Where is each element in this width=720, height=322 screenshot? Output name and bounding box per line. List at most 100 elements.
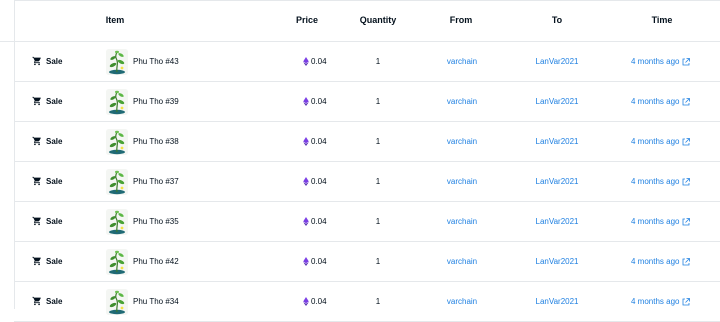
time-label: 4 months ago bbox=[631, 137, 680, 146]
item-thumbnail[interactable] bbox=[106, 89, 128, 115]
event-label: Sale bbox=[46, 256, 63, 266]
price-value: 0.04 bbox=[311, 177, 327, 186]
header-quantity: Quantity bbox=[359, 15, 397, 25]
to-link[interactable]: LanVar2021 bbox=[536, 177, 579, 186]
table-row[interactable]: Sale Phu Tho #34 0.04 1 varchain LanVar2… bbox=[14, 282, 720, 322]
item-name[interactable]: Phu Tho #34 bbox=[133, 297, 179, 306]
price-cell: 0.04 bbox=[303, 257, 327, 266]
time-label: 4 months ago bbox=[631, 57, 680, 66]
item-thumbnail[interactable] bbox=[106, 129, 128, 155]
from-link[interactable]: varchain bbox=[447, 177, 477, 186]
plant-image bbox=[106, 89, 128, 115]
event-label: Sale bbox=[46, 216, 63, 226]
from-link[interactable]: varchain bbox=[447, 137, 477, 146]
price-value: 0.04 bbox=[311, 137, 327, 146]
from-link[interactable]: varchain bbox=[447, 97, 477, 106]
event-label: Sale bbox=[46, 296, 63, 306]
price-cell: 0.04 bbox=[303, 57, 327, 66]
price-value: 0.04 bbox=[311, 217, 327, 226]
quantity-value: 1 bbox=[375, 97, 381, 106]
event-type: Sale bbox=[32, 296, 62, 306]
price-value: 0.04 bbox=[311, 97, 327, 106]
item-thumbnail[interactable] bbox=[106, 209, 128, 235]
cart-icon bbox=[32, 136, 41, 146]
quantity-value: 1 bbox=[375, 297, 381, 306]
external-link-icon bbox=[683, 177, 691, 185]
item-name[interactable]: Phu Tho #35 bbox=[133, 217, 179, 226]
from-link[interactable]: varchain bbox=[447, 217, 477, 226]
plant-image bbox=[106, 209, 128, 235]
external-link-icon bbox=[683, 97, 691, 105]
price-cell: 0.04 bbox=[303, 297, 327, 306]
item-thumbnail[interactable] bbox=[106, 169, 128, 195]
header-item: Item bbox=[105, 15, 125, 25]
item-thumbnail[interactable] bbox=[106, 249, 128, 275]
time-link[interactable]: 4 months ago bbox=[631, 177, 691, 186]
time-link[interactable]: 4 months ago bbox=[631, 97, 691, 106]
table-row[interactable]: Sale Phu Tho #42 0.04 1 varchain LanVar2… bbox=[14, 242, 720, 282]
time-link[interactable]: 4 months ago bbox=[631, 217, 691, 226]
plant-image bbox=[106, 169, 128, 195]
quantity-value: 1 bbox=[375, 257, 381, 266]
cart-icon bbox=[32, 296, 41, 306]
item-name[interactable]: Phu Tho #39 bbox=[133, 97, 179, 106]
external-link-icon bbox=[683, 217, 691, 225]
price-cell: 0.04 bbox=[303, 137, 327, 146]
external-link-icon bbox=[683, 257, 691, 265]
to-link[interactable]: LanVar2021 bbox=[536, 297, 579, 306]
item-name[interactable]: Phu Tho #42 bbox=[133, 257, 179, 266]
time-label: 4 months ago bbox=[631, 257, 680, 266]
table-header: Item Price Quantity From To Time bbox=[0, 0, 720, 42]
table-row[interactable]: Sale Phu Tho #37 0.04 1 varchain LanVar2… bbox=[14, 162, 720, 202]
cart-icon bbox=[32, 216, 41, 226]
table-row[interactable]: Sale Phu Tho #43 0.04 1 varchain LanVar2… bbox=[14, 42, 720, 82]
to-link[interactable]: LanVar2021 bbox=[536, 57, 579, 66]
quantity-value: 1 bbox=[375, 177, 381, 186]
table-row[interactable]: Sale Phu Tho #38 0.04 1 varchain LanVar2… bbox=[14, 122, 720, 162]
cart-icon bbox=[32, 96, 41, 106]
item-thumbnail[interactable] bbox=[106, 49, 128, 75]
time-link[interactable]: 4 months ago bbox=[631, 137, 691, 146]
event-type: Sale bbox=[32, 56, 62, 66]
header-to: To bbox=[551, 15, 563, 25]
quantity-value: 1 bbox=[375, 57, 381, 66]
event-label: Sale bbox=[46, 96, 63, 106]
from-link[interactable]: varchain bbox=[447, 257, 477, 266]
plant-image bbox=[106, 249, 128, 275]
to-link[interactable]: LanVar2021 bbox=[536, 217, 579, 226]
external-link-icon bbox=[683, 57, 691, 65]
header-price: Price bbox=[295, 15, 319, 25]
time-label: 4 months ago bbox=[631, 217, 680, 226]
plant-image bbox=[106, 289, 128, 315]
time-label: 4 months ago bbox=[631, 177, 680, 186]
time-label: 4 months ago bbox=[631, 97, 680, 106]
event-label: Sale bbox=[46, 176, 63, 186]
item-name[interactable]: Phu Tho #43 bbox=[133, 57, 179, 66]
ethereum-icon bbox=[303, 297, 309, 306]
activity-table: Item Price Quantity From To Time Sale Ph… bbox=[0, 0, 720, 322]
event-type: Sale bbox=[32, 256, 62, 266]
time-link[interactable]: 4 months ago bbox=[631, 57, 691, 66]
event-type: Sale bbox=[32, 176, 62, 186]
event-label: Sale bbox=[46, 136, 63, 146]
to-link[interactable]: LanVar2021 bbox=[536, 137, 579, 146]
table-row[interactable]: Sale Phu Tho #39 0.04 1 varchain LanVar2… bbox=[14, 82, 720, 122]
price-cell: 0.04 bbox=[303, 177, 327, 186]
item-thumbnail[interactable] bbox=[106, 289, 128, 315]
header-from: From bbox=[449, 15, 473, 25]
to-link[interactable]: LanVar2021 bbox=[536, 97, 579, 106]
cart-icon bbox=[32, 256, 41, 266]
price-value: 0.04 bbox=[311, 57, 327, 66]
item-name[interactable]: Phu Tho #37 bbox=[133, 177, 179, 186]
from-link[interactable]: varchain bbox=[447, 297, 477, 306]
quantity-value: 1 bbox=[375, 217, 381, 226]
quantity-value: 1 bbox=[375, 137, 381, 146]
ethereum-icon bbox=[303, 257, 309, 266]
from-link[interactable]: varchain bbox=[447, 57, 477, 66]
price-cell: 0.04 bbox=[303, 217, 327, 226]
item-name[interactable]: Phu Tho #38 bbox=[133, 137, 179, 146]
to-link[interactable]: LanVar2021 bbox=[536, 257, 579, 266]
time-link[interactable]: 4 months ago bbox=[631, 297, 691, 306]
time-link[interactable]: 4 months ago bbox=[631, 257, 691, 266]
table-row[interactable]: Sale Phu Tho #35 0.04 1 varchain LanVar2… bbox=[14, 202, 720, 242]
